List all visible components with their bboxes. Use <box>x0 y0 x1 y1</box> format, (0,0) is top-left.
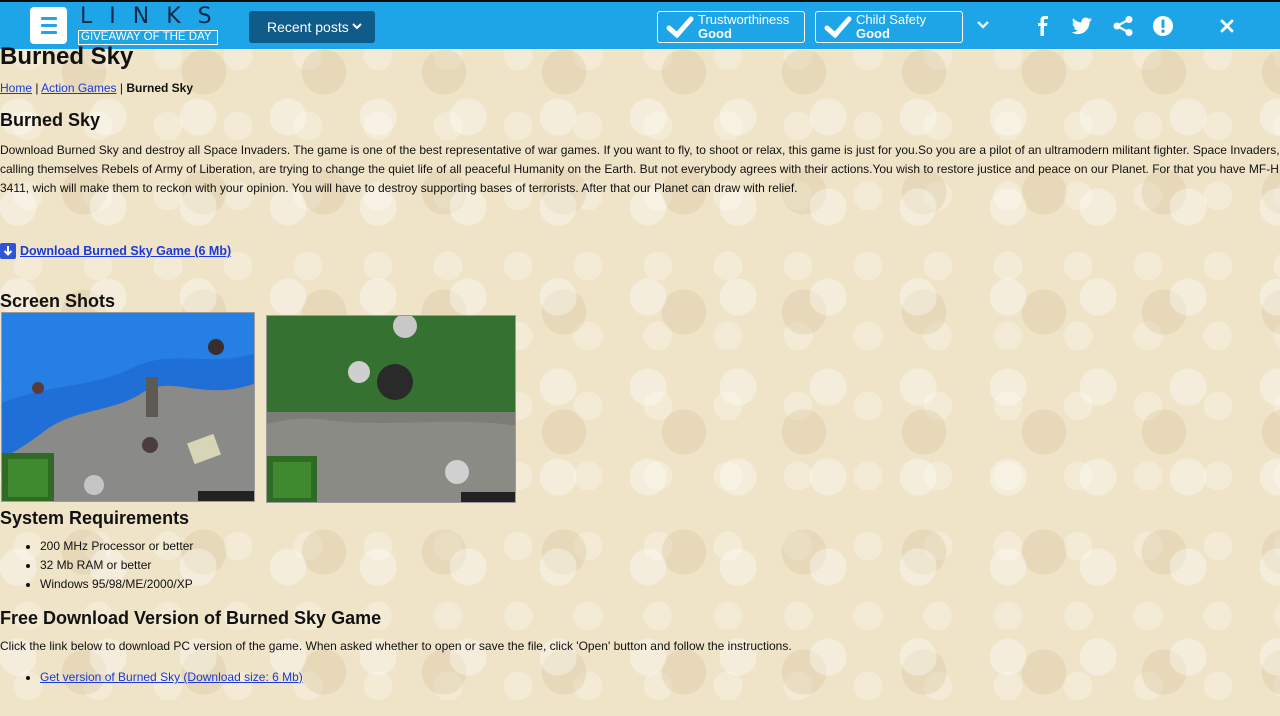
screenshot-1[interactable] <box>1 312 255 502</box>
section-title: Burned Sky <box>0 110 101 130</box>
breadcrumb-home[interactable]: Home <box>0 81 32 95</box>
top-bar: LINKS GIVEAWAY OF THE DAY Recent posts T… <box>0 0 1280 49</box>
trustworthiness-value: Good <box>698 26 732 41</box>
site-logo[interactable]: LINKS GIVEAWAY OF THE DAY <box>78 6 218 46</box>
close-icon[interactable] <box>1216 15 1238 37</box>
system-requirements-title: System Requirements <box>0 508 190 528</box>
free-download-title: Free Download Version of Burned Sky Game <box>0 608 382 628</box>
requirement-item: 32 Mb RAM or better <box>40 556 193 575</box>
game-description: Download Burned Sky and destroy all Spac… <box>0 143 1280 195</box>
breadcrumb-current: Burned Sky <box>126 81 194 95</box>
page-title: Burned Sky <box>0 43 134 70</box>
child-safety-value: Good <box>856 26 890 41</box>
recent-posts-button[interactable]: Recent posts <box>249 11 375 43</box>
check-icon <box>666 16 694 38</box>
check-icon <box>824 16 852 38</box>
get-version-link[interactable]: Get version of Burned Sky (Download size… <box>40 670 303 684</box>
requirements-list: 200 MHz Processor or better 32 Mb RAM or… <box>0 537 193 594</box>
download-link-row: Download Burned Sky Game (6 Mb) <box>0 243 231 259</box>
child-safety-badge[interactable]: Child Safety Good <box>815 11 963 43</box>
screenshot-2[interactable] <box>266 315 516 503</box>
download-game-link[interactable]: Download Burned Sky Game (6 Mb) <box>20 244 231 258</box>
breadcrumb-category[interactable]: Action Games <box>41 81 116 95</box>
facebook-icon[interactable] <box>1032 15 1054 37</box>
chevron-down-icon[interactable] <box>976 17 990 31</box>
download-icon <box>0 243 16 259</box>
chevron-down-icon <box>352 23 362 30</box>
breadcrumb-separator: | <box>119 81 123 95</box>
requirement-item: Windows 95/98/ME/2000/XP <box>40 575 193 594</box>
breadcrumb-separator: | <box>35 81 39 95</box>
logo-word: LINKS <box>80 4 229 29</box>
get-version-list: Get version of Burned Sky (Download size… <box>0 670 303 684</box>
menu-icon[interactable] <box>30 7 67 44</box>
screenshots-title: Screen Shots <box>0 291 116 311</box>
share-icon[interactable] <box>1112 15 1134 37</box>
list-item: Get version of Burned Sky (Download size… <box>40 670 303 684</box>
alert-icon[interactable] <box>1152 15 1174 37</box>
twitter-icon[interactable] <box>1071 15 1093 37</box>
recent-posts-label: Recent posts <box>267 19 349 35</box>
breadcrumb: Home | Action Games | Burned Sky <box>0 81 193 95</box>
trustworthiness-label: Trustworthiness <box>698 12 790 27</box>
trustworthiness-badge[interactable]: Trustworthiness Good <box>657 11 805 43</box>
child-safety-label: Child Safety <box>856 12 927 27</box>
requirement-item: 200 MHz Processor or better <box>40 537 193 556</box>
free-download-instructions: Click the link below to download PC vers… <box>0 639 792 653</box>
